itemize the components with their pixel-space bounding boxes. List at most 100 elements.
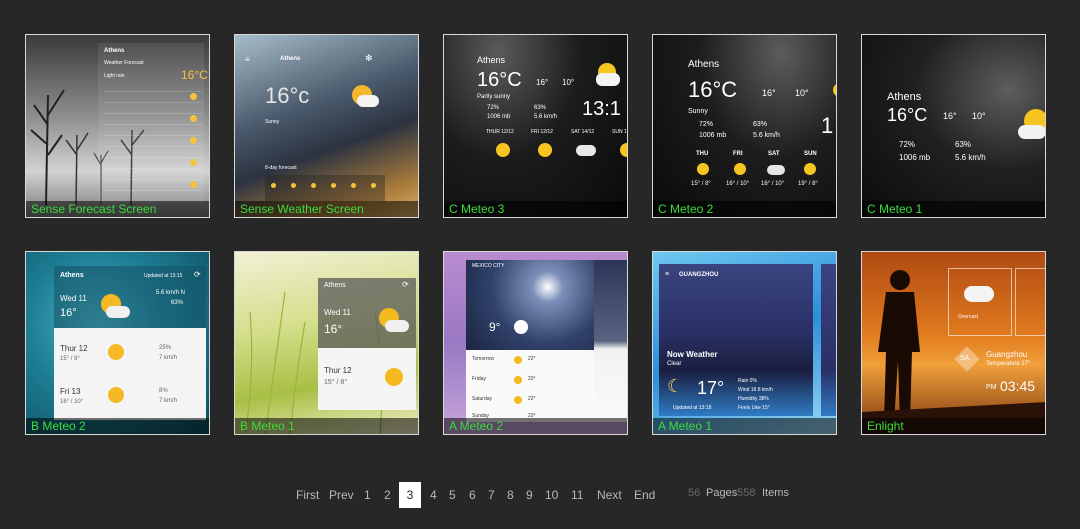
wind-label: Wind 18.8 km/h (738, 387, 773, 393)
low-temp-label: 10° (972, 111, 986, 121)
theme-tile-a-meteo-1[interactable]: ≡ GUANGZHOU Now Weather Clear ☾ 17° Rain… (652, 251, 837, 435)
humidity-label: 72% (487, 105, 500, 111)
humidity-label: 72% (899, 140, 916, 149)
next-card-preview (594, 260, 627, 422)
page-link-2[interactable]: 2 (384, 488, 391, 502)
sun-icon (538, 143, 552, 157)
moon-icon (514, 320, 528, 334)
sun-icon (514, 376, 522, 384)
tile-preview: Athens ⟳ Wed 11 16° Thur 12 15° / 8° (235, 252, 418, 434)
page-link-4[interactable]: 4 (430, 488, 437, 502)
forecast-day: FRI (733, 151, 743, 157)
page-link-11[interactable]: 11 (571, 488, 583, 502)
weather-box (1015, 268, 1045, 336)
sun-icon (190, 159, 197, 166)
theme-tile-sense-forecast[interactable]: Athens Weather Forecast Light rain 16°C … (25, 34, 210, 218)
forecast-temp: 22° (528, 396, 536, 402)
theme-tile-b-meteo-1[interactable]: Athens ⟳ Wed 11 16° Thur 12 15° / 8° B M… (234, 251, 419, 435)
day-label: Wed 11 (60, 294, 87, 303)
description-label: Partly sunny (477, 94, 511, 100)
page-link-1[interactable]: 1 (364, 488, 371, 502)
refresh-icon: ⟳ (402, 280, 409, 289)
forecast-range: 19° / 8° (798, 181, 818, 187)
theme-tile-a-meteo-2[interactable]: MEXICO CITY 9° Tomorrow Friday Saturday … (443, 251, 628, 435)
sun-icon (804, 163, 816, 175)
forecast-range: 15° / 8° (324, 379, 348, 386)
sun-icon (385, 368, 403, 386)
tile-caption: B Meteo 2 (26, 418, 209, 434)
weather-box (948, 268, 1012, 336)
page-link-10[interactable]: 10 (545, 488, 558, 502)
theme-tile-enlight[interactable]: Overcast SA Guangzhou Temperature 27° PM… (861, 251, 1046, 435)
humidity-label: Humidity 38% (738, 396, 769, 402)
tile-caption: C Meteo 1 (862, 201, 1045, 217)
next-card-preview (821, 264, 836, 416)
forecast-day: Fri 13 (60, 387, 81, 396)
next-page-link[interactable]: Next (597, 488, 622, 502)
rain-label: 63% (534, 105, 547, 111)
forecast-day: Friday (472, 376, 486, 382)
prev-page-link[interactable]: Prev (329, 488, 354, 502)
page-link-9[interactable]: 9 (526, 488, 533, 502)
menu-icon: ≡ (245, 55, 250, 64)
cloud-icon (357, 95, 379, 107)
updated-label: Updated at 13:18 (673, 405, 712, 411)
city-label: GUANGZHOU (679, 272, 719, 278)
forecast-range: 16° / 10° (60, 399, 84, 405)
page-link-8[interactable]: 8 (507, 488, 514, 502)
forecast-panel (54, 328, 206, 420)
day-label: Wed 11 (324, 308, 351, 317)
page-link-3-current[interactable]: 3 (399, 482, 421, 508)
forecast-wind: 7 km/h (159, 355, 178, 361)
first-page-link[interactable]: First (296, 488, 319, 502)
tile-caption: Sense Forecast Screen (26, 201, 209, 217)
forecast-range: 16° / 10° (761, 181, 785, 187)
tile-preview: Athens Updated at 13:15 ⟳ Wed 11 16° 5.6… (26, 252, 209, 434)
rain-label: 63% (171, 300, 184, 306)
high-temp-label: 16° (536, 78, 549, 87)
forecast-day: THU (696, 151, 709, 157)
forecast-day: Thur 12 (60, 344, 88, 353)
theme-tile-c-meteo-2[interactable]: Athens 16°C 16° 10° Sunny 72% 63% 1006 m… (652, 34, 837, 218)
city-label: Athens (104, 48, 125, 54)
moon-icon: ☾ (667, 376, 684, 396)
page-link-6[interactable]: 6 (469, 488, 476, 502)
theme-tile-sense-weather[interactable]: ≡ Athens ✻ 16°c Sunny 8-day forecast Sen… (234, 34, 419, 218)
forecast-range: 15° / 8° (60, 356, 80, 362)
sun-icon (311, 183, 316, 188)
description-label: Overcast (958, 314, 979, 320)
theme-tile-c-meteo-3[interactable]: Athens 16°C 16° 10° Partly sunny 72% 63%… (443, 34, 628, 218)
theme-tile-c-meteo-1[interactable]: Athens 16°C 16° 10° 72% 63% 1006 mb 5.6 … (861, 34, 1046, 218)
updated-label: Updated at 13:15 (144, 273, 183, 279)
tile-preview: ≡ Athens ✻ 16°c Sunny 8-day forecast (235, 35, 418, 217)
low-temp-label: 10° (562, 78, 575, 87)
forecast-temp: 22° (528, 356, 536, 362)
temperature-label: 16°C (181, 68, 208, 82)
end-page-link[interactable]: End (634, 488, 655, 502)
feels-like-label: Feels Like 15° (738, 405, 770, 411)
page-link-5[interactable]: 5 (449, 488, 456, 502)
sun-icon (190, 115, 197, 122)
wind-label: 5.6 km/h (534, 114, 558, 120)
forecast-temp: 23° (528, 376, 536, 382)
forecast-strip (265, 175, 385, 201)
theme-tile-b-meteo-2[interactable]: Athens Updated at 13:15 ⟳ Wed 11 16° 5.6… (25, 251, 210, 435)
pressure-label: 1006 mb (899, 153, 931, 162)
subtitle-label: Weather Forecast (104, 60, 144, 66)
sun-icon (734, 163, 746, 175)
tile-preview: MEXICO CITY 9° Tomorrow Friday Saturday … (444, 252, 627, 434)
subtitle-label: Temperature 27° (986, 361, 1031, 367)
sun-icon (496, 143, 510, 157)
forecast-rain: 8% (159, 388, 168, 394)
menu-icon: ≡ (665, 271, 670, 278)
page-link-7[interactable]: 7 (488, 488, 495, 502)
rain-label: 63% (955, 140, 972, 149)
ampm-label: PM (986, 384, 997, 391)
refresh-icon: ⟳ (194, 270, 201, 279)
rain-cloud-icon (576, 145, 596, 156)
title-label: Now Weather (667, 350, 718, 359)
city-label: Guangzhou (986, 350, 1028, 359)
temperature-label: 16°C (688, 77, 738, 102)
sun-icon (833, 83, 836, 97)
sky-image (466, 260, 602, 350)
